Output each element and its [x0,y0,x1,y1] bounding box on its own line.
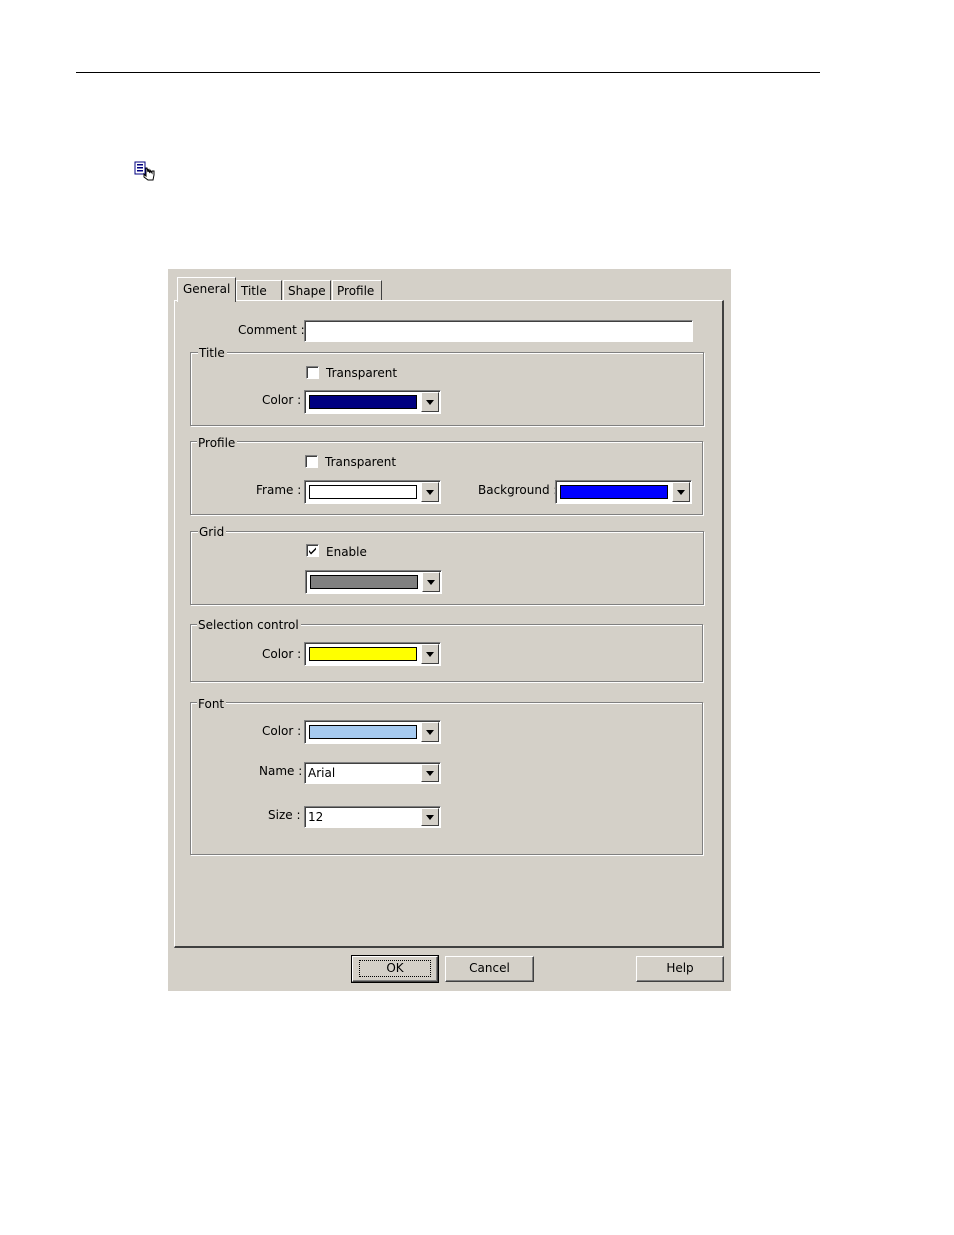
cancel-button[interactable]: Cancel [445,956,534,982]
ok-button-label: OK [359,960,431,977]
horizontal-rule [76,72,820,73]
tab-title[interactable]: Title [236,280,282,300]
tab-shape[interactable]: Shape [283,280,331,300]
properties-hand-icon [134,161,156,181]
help-button[interactable]: Help [636,956,724,982]
tab-general[interactable]: General [177,277,236,302]
tab-profile[interactable]: Profile [332,280,382,300]
tab-panel-general [174,300,724,948]
ok-button[interactable]: OK [351,955,439,983]
